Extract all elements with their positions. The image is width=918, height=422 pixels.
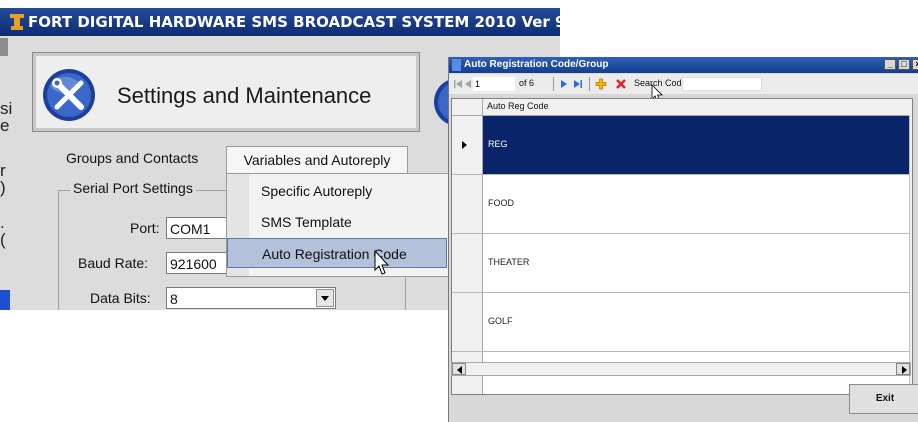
- app-title: FORT DIGITAL HARDWARE SMS BROADCAST SYST…: [28, 13, 560, 31]
- app-title-bar: FORT DIGITAL HARDWARE SMS BROADCAST SYST…: [0, 8, 560, 36]
- data-bits-value: 8: [170, 291, 178, 307]
- auto-reg-code-cell[interactable]: FOOD: [488, 198, 514, 208]
- menu-item-label: SMS Template: [261, 214, 352, 230]
- vertical-scrollbar[interactable]: [909, 115, 912, 394]
- toolbar-separator: [553, 77, 554, 91]
- add-new-icon[interactable]: [595, 78, 607, 90]
- clipped-text: (: [0, 230, 6, 249]
- row-header[interactable]: [452, 234, 483, 292]
- row-header[interactable]: [452, 175, 483, 233]
- auto-registration-dialog: Auto Registration Code/Group _ □ × of 6 …: [448, 57, 918, 422]
- selected-row-fill: [483, 116, 912, 174]
- exit-button[interactable]: Exit: [849, 384, 918, 414]
- clipped-text: e: [0, 116, 10, 135]
- maximize-icon[interactable]: □: [898, 59, 910, 70]
- baud-rate-label: Baud Rate:: [78, 255, 149, 271]
- table-row[interactable]: FOOD: [452, 175, 912, 234]
- dialog-title: Auto Registration Code/Group: [464, 59, 609, 70]
- toolbar-separator: [589, 77, 590, 91]
- tab-variables-and-autoreply[interactable]: Variables and Autoreply: [226, 146, 408, 174]
- clipped-text: .: [0, 213, 5, 232]
- data-bits-label: Data Bits:: [90, 290, 151, 306]
- dialog-title-bar: Auto Registration Code/Group _ □ ×: [449, 57, 918, 73]
- auto-reg-code-grid: Auto Reg Code REG FOOD THEATER GOLF: [451, 98, 913, 395]
- clipped-text: si: [0, 99, 13, 118]
- auto-reg-code-cell[interactable]: GOLF: [488, 316, 513, 326]
- settings-title: Settings and Maintenance: [117, 83, 372, 108]
- clipped-background-text: si e r ) . (: [0, 100, 12, 248]
- record-count: of 6: [519, 78, 535, 88]
- variables-menu: Specific Autoreply SMS Template Auto Reg…: [226, 173, 450, 277]
- row-header[interactable]: [452, 116, 483, 174]
- current-row-arrow-icon: [462, 141, 467, 149]
- auto-reg-code-cell[interactable]: REG: [488, 139, 508, 149]
- move-last-icon[interactable]: [573, 78, 583, 90]
- chevron-down-icon[interactable]: [316, 289, 334, 307]
- horizontal-scrollbar[interactable]: [451, 362, 911, 376]
- app-logo-icon: [10, 14, 24, 30]
- menu-item-label: Specific Autoreply: [261, 183, 373, 199]
- move-next-icon[interactable]: [559, 78, 569, 90]
- row-header-corner: [452, 99, 483, 115]
- grid-header: Auto Reg Code: [452, 99, 912, 116]
- close-icon[interactable]: ×: [912, 59, 918, 70]
- column-header-auto-reg-code[interactable]: Auto Reg Code: [487, 101, 549, 111]
- search-code-input[interactable]: [682, 77, 762, 91]
- menu-item-sms-template[interactable]: SMS Template: [227, 207, 447, 237]
- tab-groups-and-contacts[interactable]: Groups and Contacts: [66, 150, 198, 166]
- minimize-icon[interactable]: _: [884, 59, 896, 70]
- partial-blue-button: [0, 290, 10, 310]
- table-row[interactable]: GOLF: [452, 293, 912, 352]
- window-edge: [0, 38, 8, 56]
- scroll-right-icon[interactable]: [896, 363, 910, 375]
- mouse-cursor-icon: [374, 250, 390, 275]
- port-label: Port:: [130, 220, 160, 236]
- clipped-text: r: [0, 161, 6, 180]
- menu-item-auto-registration-code[interactable]: Auto Registration Code: [227, 238, 447, 268]
- menu-item-specific-autoreply[interactable]: Specific Autoreply: [227, 176, 447, 206]
- table-row[interactable]: REG: [452, 116, 912, 175]
- scroll-left-icon[interactable]: [452, 363, 466, 375]
- auto-reg-code-cell[interactable]: THEATER: [488, 257, 529, 267]
- position-input[interactable]: [473, 77, 515, 91]
- binding-navigator: of 6 Search Code: [449, 74, 918, 103]
- table-row[interactable]: THEATER: [452, 234, 912, 293]
- delete-icon[interactable]: [615, 78, 627, 90]
- move-previous-icon[interactable]: [463, 78, 473, 90]
- row-header[interactable]: [452, 293, 483, 351]
- wrench-screwdriver-icon: [43, 69, 95, 121]
- data-bits-select[interactable]: 8: [166, 287, 336, 309]
- dialog-app-icon: [452, 59, 461, 71]
- move-first-icon[interactable]: [453, 78, 463, 90]
- settings-banner: Settings and Maintenance: [32, 52, 420, 132]
- clipped-text: ): [0, 178, 6, 197]
- serial-port-legend: Serial Port Settings: [70, 180, 196, 196]
